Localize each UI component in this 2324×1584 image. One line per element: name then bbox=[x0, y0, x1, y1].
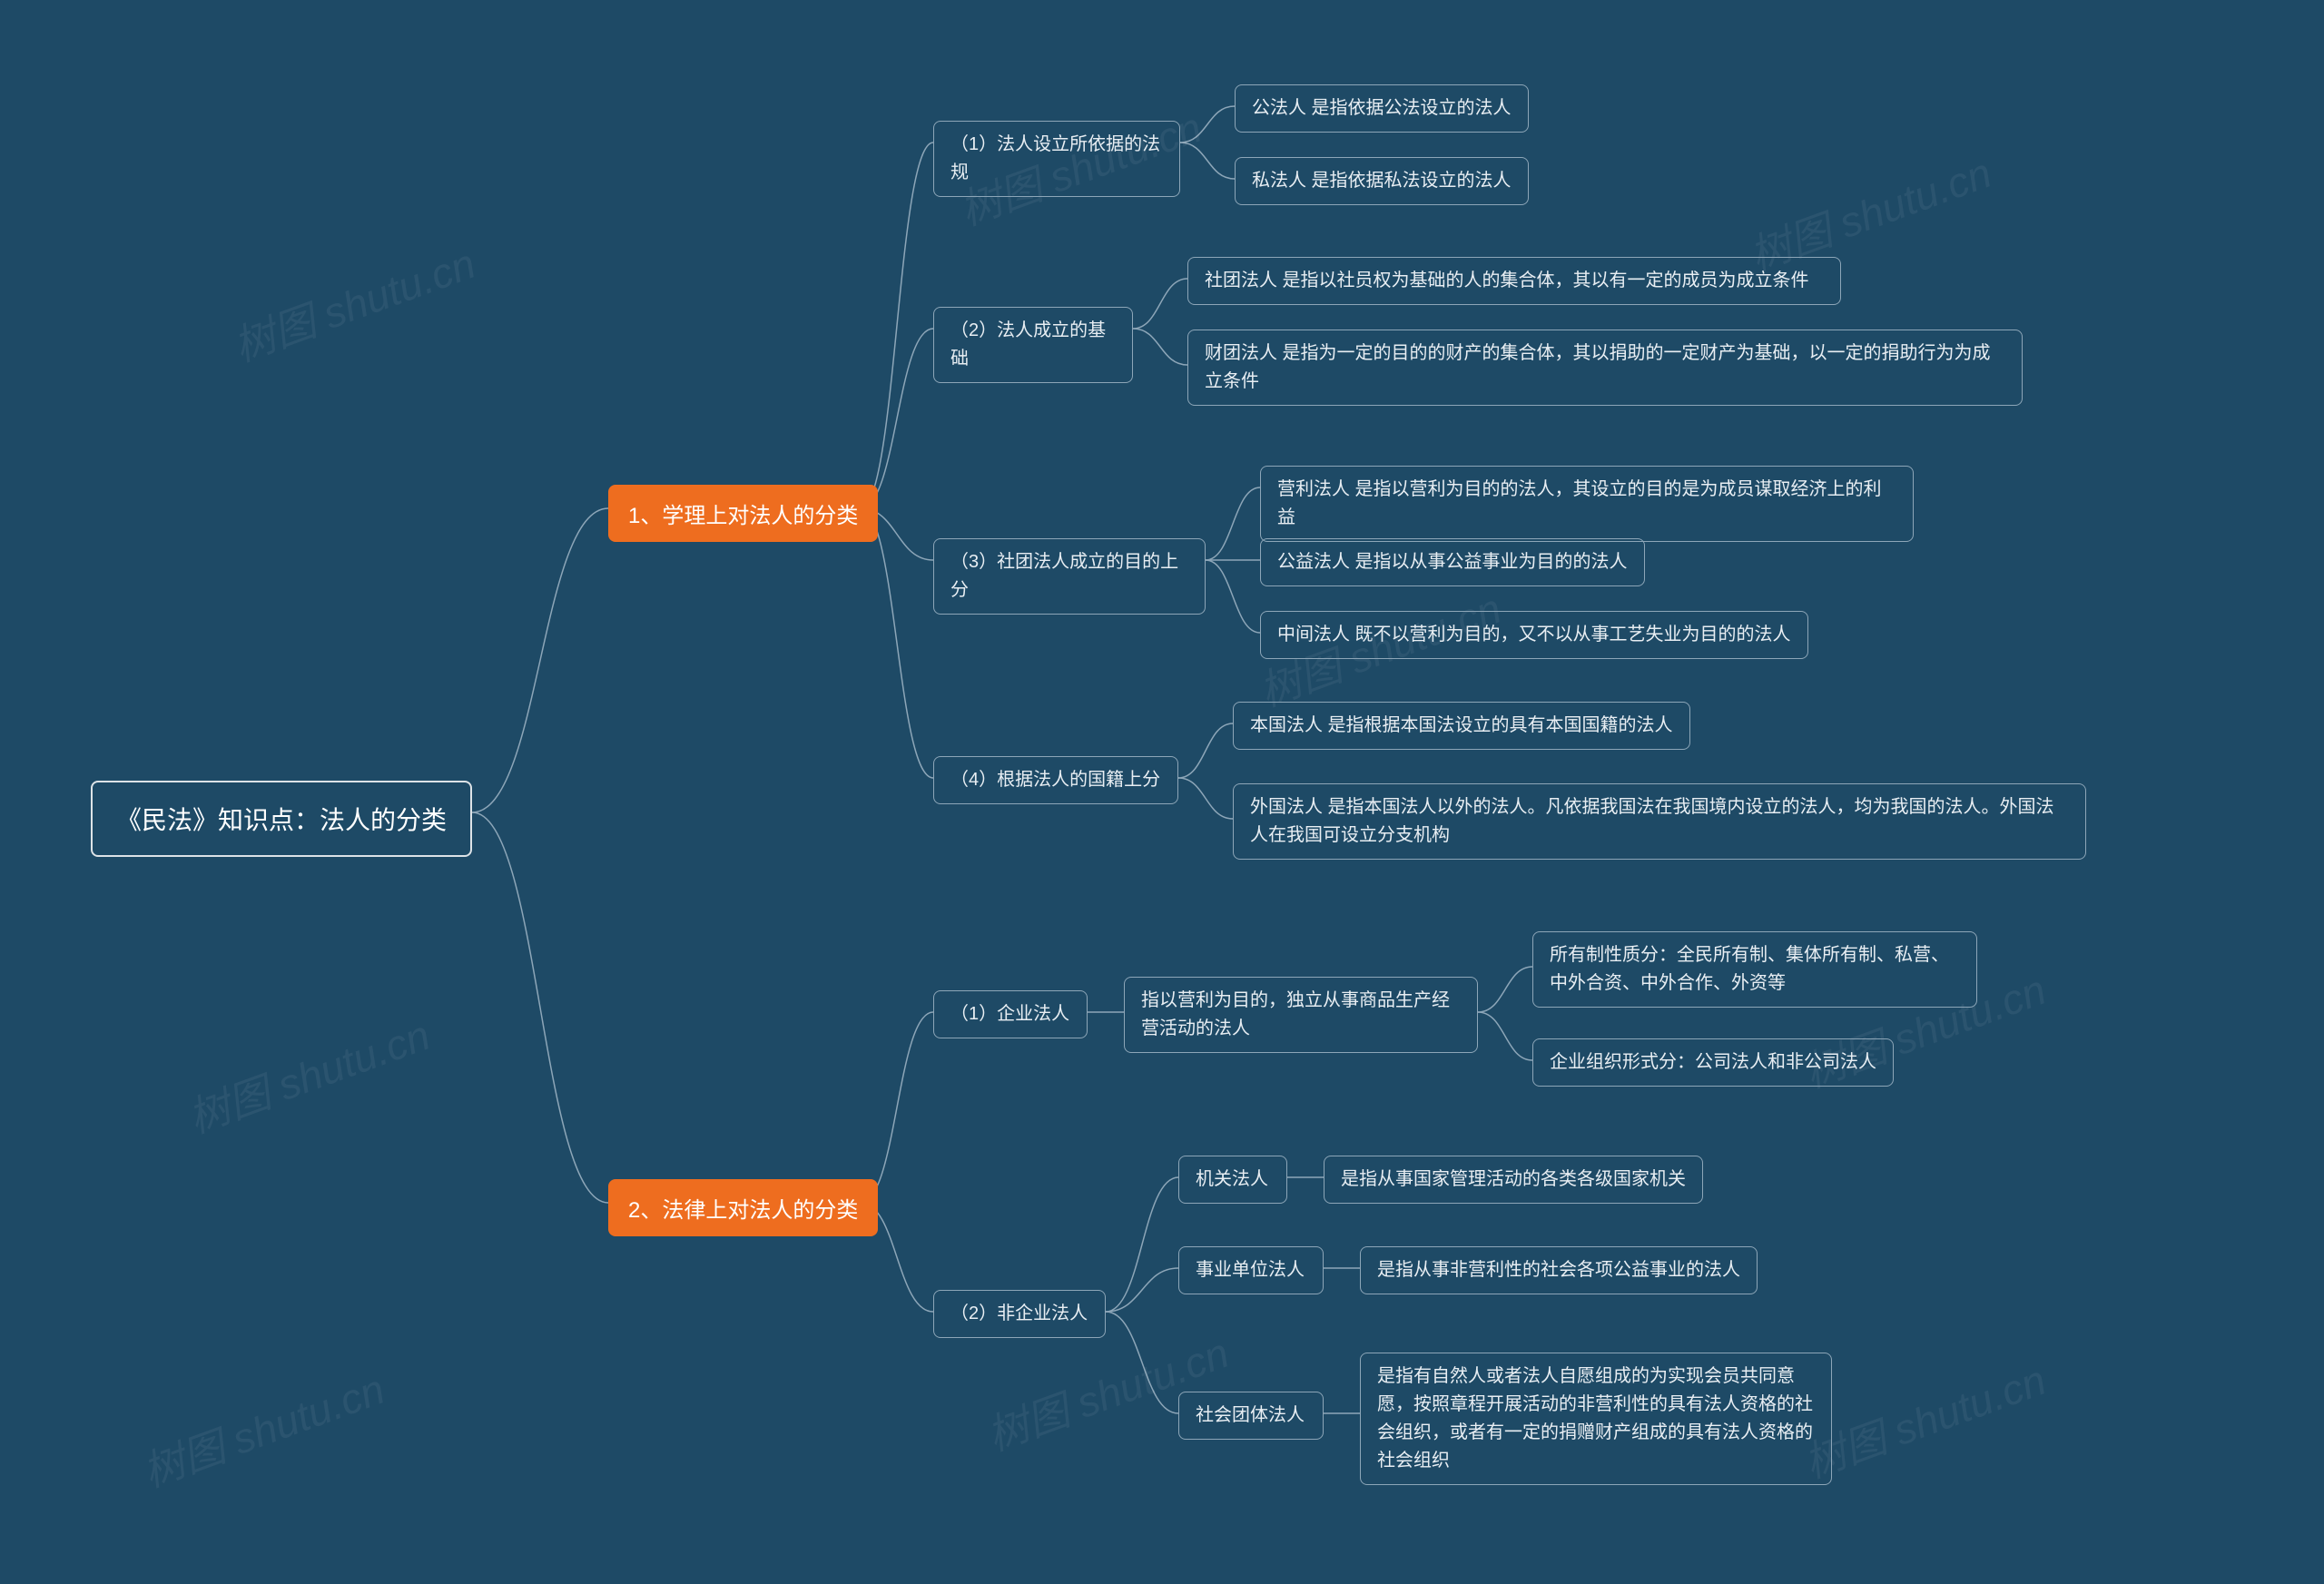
b5-c2[interactable]: 企业组织形式分：公司法人和非公司法人 bbox=[1532, 1038, 1894, 1087]
b6-c3-name[interactable]: 社会团体法人 bbox=[1178, 1392, 1324, 1440]
b5-node[interactable]: （1）企业法人 bbox=[933, 990, 1088, 1038]
root-node[interactable]: 《民法》知识点：法人的分类 bbox=[91, 781, 472, 857]
b6-c2-name[interactable]: 事业单位法人 bbox=[1178, 1246, 1324, 1294]
b1-c2[interactable]: 私法人 是指依据私法设立的法人 bbox=[1235, 157, 1529, 205]
cat2-label: 2、法律上对法人的分类 bbox=[628, 1192, 858, 1224]
b5-c1[interactable]: 所有制性质分：全民所有制、集体所有制、私营、中外合资、中外合作、外资等 bbox=[1532, 931, 1977, 1008]
b5-desc-label: 指以营利为目的，独立从事商品生产经营活动的法人 bbox=[1141, 987, 1461, 1043]
cat2-node[interactable]: 2、法律上对法人的分类 bbox=[608, 1179, 878, 1236]
b3-c1[interactable]: 营利法人 是指以营利为目的的法人，其设立的目的是为成员谋取经济上的利益 bbox=[1260, 466, 1914, 542]
b6-node[interactable]: （2）非企业法人 bbox=[933, 1290, 1106, 1338]
b4-c1[interactable]: 本国法人 是指根据本国法设立的具有本国国籍的法人 bbox=[1233, 702, 1690, 750]
b5-label: （1）企业法人 bbox=[950, 1000, 1069, 1028]
b2-c1-label: 社团法人 是指以社员权为基础的人的集合体，其以有一定的成员为成立条件 bbox=[1205, 267, 1809, 295]
b5-c1-label: 所有制性质分：全民所有制、集体所有制、私营、中外合资、中外合作、外资等 bbox=[1550, 941, 1960, 998]
b5-c2-label: 企业组织形式分：公司法人和非公司法人 bbox=[1550, 1048, 1876, 1077]
cat1-label: 1、学理上对法人的分类 bbox=[628, 497, 858, 529]
b3-c2-label: 公益法人 是指以从事公益事业为目的的法人 bbox=[1277, 548, 1628, 576]
b6-c1-desc-label: 是指从事国家管理活动的各类各级国家机关 bbox=[1341, 1166, 1686, 1194]
b1-c1[interactable]: 公法人 是指依据公法设立的法人 bbox=[1235, 84, 1529, 133]
b2-label: （2）法人成立的基础 bbox=[950, 317, 1116, 373]
b4-node[interactable]: （4）根据法人的国籍上分 bbox=[933, 756, 1178, 804]
b6-c2-name-label: 事业单位法人 bbox=[1196, 1256, 1305, 1284]
b6-c3-desc-label: 是指有自然人或者法人自愿组成的为实现会员共同意愿，按照章程开展活动的非营利性的具… bbox=[1377, 1363, 1815, 1475]
b3-c1-label: 营利法人 是指以营利为目的的法人，其设立的目的是为成员谋取经济上的利益 bbox=[1277, 476, 1896, 532]
b4-c2-label: 外国法人 是指本国法人以外的法人。凡依据我国法在我国境内设立的法人，均为我国的法… bbox=[1250, 793, 2069, 850]
b4-label: （4）根据法人的国籍上分 bbox=[950, 766, 1160, 794]
b3-c3-label: 中间法人 既不以营利为目的，又不以从事工艺失业为目的的法人 bbox=[1277, 621, 1791, 649]
b4-c2[interactable]: 外国法人 是指本国法人以外的法人。凡依据我国法在我国境内设立的法人，均为我国的法… bbox=[1233, 783, 2086, 860]
b6-c2-desc-label: 是指从事非营利性的社会各项公益事业的法人 bbox=[1377, 1256, 1740, 1284]
b3-label: （3）社团法人成立的目的上分 bbox=[950, 548, 1188, 605]
b6-c3-name-label: 社会团体法人 bbox=[1196, 1402, 1305, 1430]
b3-node[interactable]: （3）社团法人成立的目的上分 bbox=[933, 538, 1206, 615]
b2-c2[interactable]: 财团法人 是指为一定的目的的财产的集合体，其以捐助的一定财产为基础，以一定的捐助… bbox=[1187, 330, 2023, 406]
b1-label: （1）法人设立所依据的法规 bbox=[950, 131, 1163, 187]
b5-desc[interactable]: 指以营利为目的，独立从事商品生产经营活动的法人 bbox=[1124, 977, 1478, 1053]
b2-node[interactable]: （2）法人成立的基础 bbox=[933, 307, 1133, 383]
b1-c2-label: 私法人 是指依据私法设立的法人 bbox=[1252, 167, 1512, 195]
root-label: 《民法》知识点：法人的分类 bbox=[116, 801, 447, 837]
b3-c2[interactable]: 公益法人 是指以从事公益事业为目的的法人 bbox=[1260, 538, 1645, 586]
b1-c1-label: 公法人 是指依据公法设立的法人 bbox=[1252, 94, 1512, 123]
b6-c1-desc[interactable]: 是指从事国家管理活动的各类各级国家机关 bbox=[1324, 1156, 1703, 1204]
b6-label: （2）非企业法人 bbox=[950, 1300, 1088, 1328]
b6-c1-name-label: 机关法人 bbox=[1196, 1166, 1268, 1194]
b1-node[interactable]: （1）法人设立所依据的法规 bbox=[933, 121, 1180, 197]
b4-c1-label: 本国法人 是指根据本国法设立的具有本国国籍的法人 bbox=[1250, 712, 1673, 740]
b2-c2-label: 财团法人 是指为一定的目的的财产的集合体，其以捐助的一定财产为基础，以一定的捐助… bbox=[1205, 339, 2005, 396]
b2-c1[interactable]: 社团法人 是指以社员权为基础的人的集合体，其以有一定的成员为成立条件 bbox=[1187, 257, 1841, 305]
b3-c3[interactable]: 中间法人 既不以营利为目的，又不以从事工艺失业为目的的法人 bbox=[1260, 611, 1808, 659]
b6-c3-desc[interactable]: 是指有自然人或者法人自愿组成的为实现会员共同意愿，按照章程开展活动的非营利性的具… bbox=[1360, 1353, 1832, 1485]
cat1-node[interactable]: 1、学理上对法人的分类 bbox=[608, 485, 878, 542]
b6-c2-desc[interactable]: 是指从事非营利性的社会各项公益事业的法人 bbox=[1360, 1246, 1758, 1294]
b6-c1-name[interactable]: 机关法人 bbox=[1178, 1156, 1287, 1204]
